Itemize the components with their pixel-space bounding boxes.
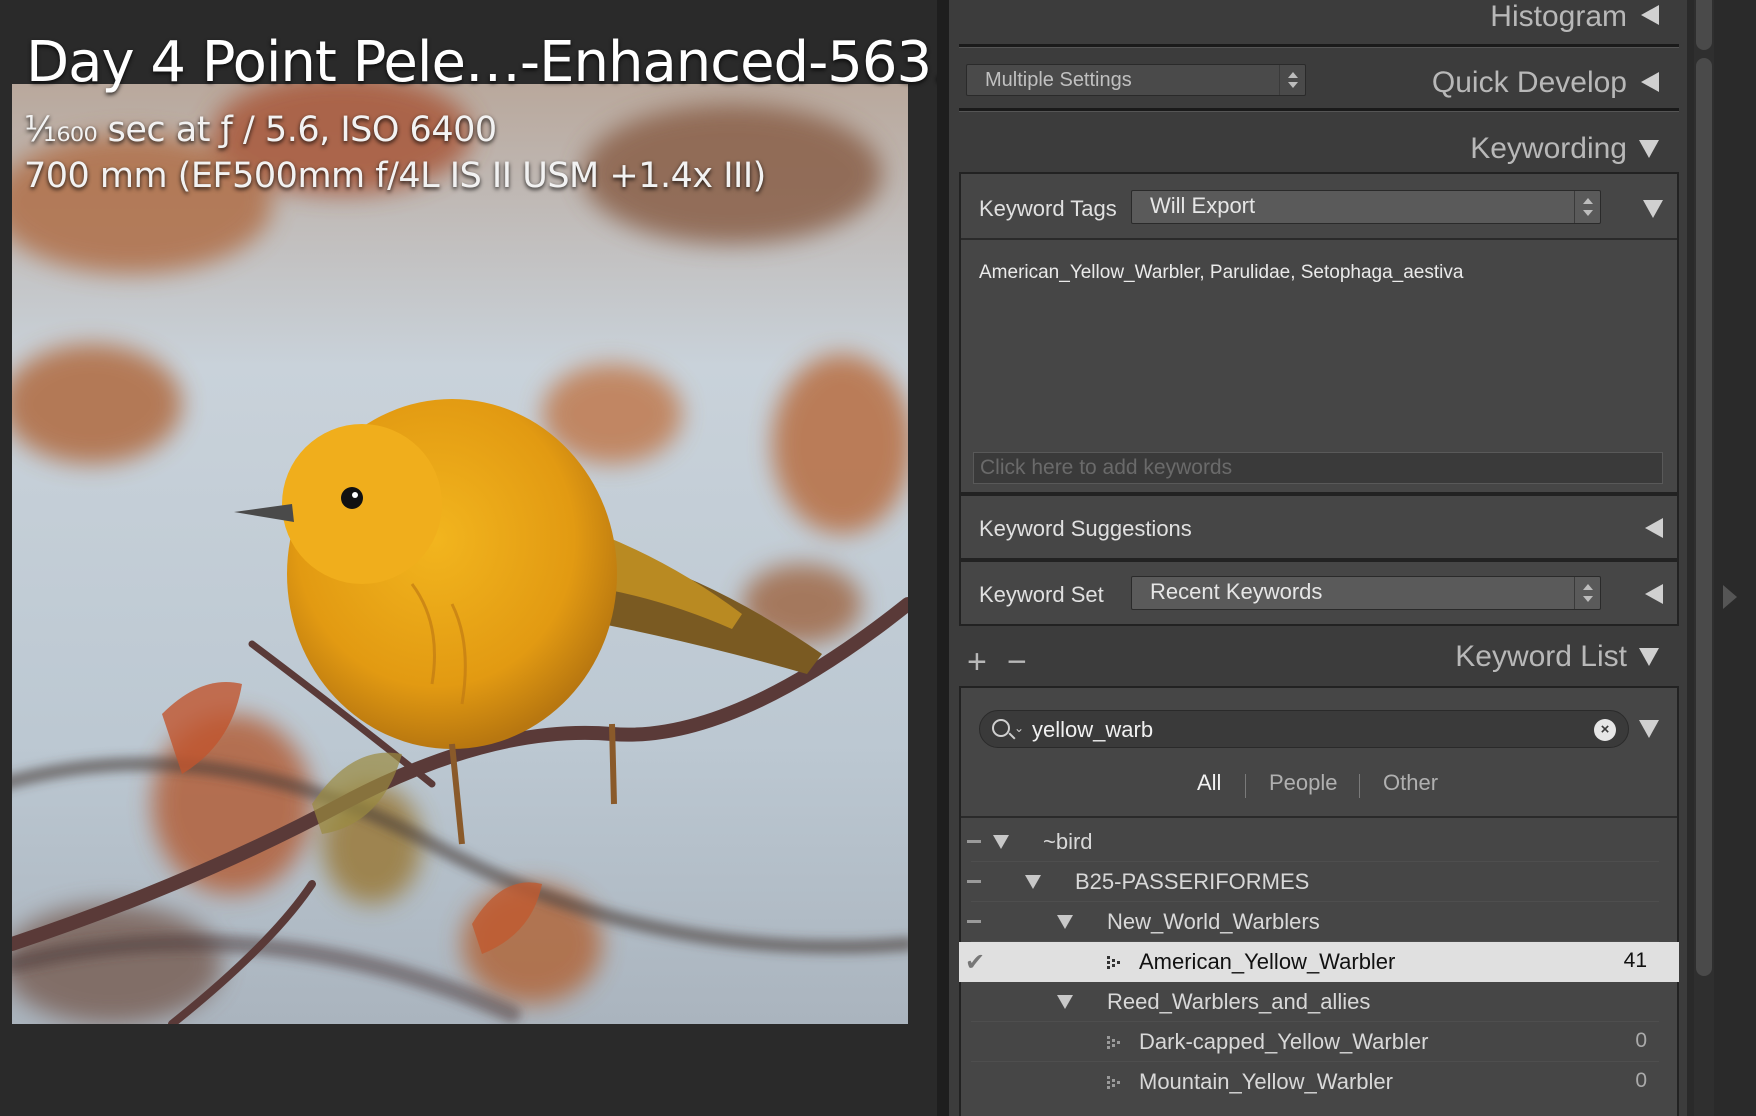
expand-down-icon[interactable]	[1639, 140, 1659, 158]
photo-filename: Day 4 Point Pele…-Enhanced-563.tif	[26, 30, 1003, 95]
expand-down-icon[interactable]	[1639, 648, 1659, 666]
collapse-left-icon[interactable]	[1645, 518, 1663, 538]
keyword-search-value[interactable]: yellow_warb	[1032, 717, 1153, 743]
keyword-suggestions-box[interactable]: Keyword Suggestions	[959, 494, 1679, 560]
filter-people[interactable]: People	[1269, 770, 1338, 796]
exposure-info: ¹⁄₁₆₀₀ sec at ƒ / 5.6, ISO 6400	[24, 110, 497, 150]
keywording-title: Keywording	[1470, 132, 1627, 165]
disclosure-triangle-icon[interactable]	[1057, 995, 1073, 1009]
stepper-icon	[1279, 65, 1305, 95]
keyword-filter-bar: All People Other	[949, 770, 1687, 806]
keyword-list-header[interactable]: Keyword List	[949, 626, 1687, 686]
quick-develop-divider	[959, 108, 1679, 112]
clear-icon[interactable]: ×	[1594, 719, 1616, 741]
keyword-label: Mountain_Yellow_Warbler	[1139, 1069, 1393, 1094]
keyword-label: B25-PASSERIFORMES	[1075, 869, 1310, 894]
keyword-tree-row-selected[interactable]: ✔ American_Yellow_Warbler 41	[959, 942, 1679, 982]
collapse-left-icon[interactable]	[1641, 72, 1659, 92]
search-options-caret-icon[interactable]: ⌄	[1014, 721, 1024, 735]
add-keywords-input[interactable]: Click here to add keywords	[973, 452, 1663, 484]
filter-separator	[1245, 774, 1246, 798]
panel-divider[interactable]	[937, 0, 949, 1116]
keyword-tags-text[interactable]: American_Yellow_Warbler, Parulidae, Seto…	[979, 262, 1463, 284]
yellow-warbler-photo	[12, 84, 908, 1024]
keyword-set-box: Keyword Set Recent Keywords	[959, 560, 1679, 626]
saved-preset-select[interactable]: Multiple Settings	[966, 64, 1306, 96]
keyword-suggestions-label: Keyword Suggestions	[979, 516, 1192, 541]
collapse-left-icon[interactable]	[1645, 584, 1663, 604]
keyword-label: New_World_Warblers	[1107, 909, 1320, 934]
keyword-tag-icon	[1107, 956, 1120, 969]
keyword-label: Dark-capped_Yellow_Warbler	[1139, 1029, 1429, 1054]
keywording-header[interactable]: Keywording	[949, 118, 1687, 178]
checkmark-icon[interactable]: ✔	[965, 948, 985, 977]
lens-info: 700 mm (EF500mm f/4L IS II USM +1.4x III…	[24, 156, 766, 196]
keyword-tree-row[interactable]: ~bird	[959, 822, 1679, 862]
keyword-list-menu-icon[interactable]	[1639, 720, 1659, 738]
filter-other[interactable]: Other	[1383, 770, 1438, 796]
keyword-set-value: Recent Keywords	[1150, 579, 1323, 604]
stepper-icon	[1574, 577, 1600, 609]
keyword-tags-label: Keyword Tags	[979, 196, 1117, 221]
photo-preview[interactable]	[12, 84, 908, 1024]
stepper-icon	[1574, 191, 1600, 223]
keyword-tree-row[interactable]: Mountain_Yellow_Warbler 0	[959, 1062, 1679, 1102]
keyword-list-separator	[961, 816, 1677, 818]
minus-icon[interactable]	[967, 920, 981, 923]
quick-develop-header[interactable]: Multiple Settings Quick Develop	[949, 52, 1687, 112]
keyword-tag-icon	[1107, 1076, 1120, 1089]
keyword-count: 0	[1635, 1069, 1647, 1092]
panel-scrollbar-cap[interactable]	[1696, 0, 1712, 50]
keyword-count: 0	[1635, 1029, 1647, 1052]
keyword-tree-row[interactable]: Dark-capped_Yellow_Warbler 0	[959, 1022, 1679, 1062]
right-panel: Histogram Multiple Settings Quick Develo…	[949, 0, 1687, 1116]
keyword-tags-mode-value: Will Export	[1150, 193, 1256, 218]
disclosure-triangle-icon[interactable]	[1057, 915, 1073, 929]
keyword-label: American_Yellow_Warbler	[1139, 949, 1396, 974]
histogram-header[interactable]: Histogram	[949, 0, 1687, 46]
keyword-search-field[interactable]: ⌄ yellow_warb ×	[979, 710, 1629, 748]
keyword-tag-icon	[1107, 1036, 1120, 1049]
disclosure-triangle-icon[interactable]	[993, 835, 1009, 849]
quick-develop-title: Quick Develop	[1431, 66, 1627, 99]
collapse-left-icon[interactable]	[1641, 5, 1659, 25]
keyword-tree-row[interactable]: New_World_Warblers	[959, 902, 1679, 942]
keyword-tags-mode-select[interactable]: Will Export	[1131, 190, 1601, 224]
panel-scrollbar-thumb[interactable]	[1696, 58, 1712, 976]
histogram-divider	[959, 44, 1679, 48]
keyword-label: ~bird	[1043, 829, 1093, 854]
panel-toggle-icon[interactable]	[1723, 585, 1737, 609]
disclosure-triangle-icon[interactable]	[1025, 875, 1041, 889]
keyword-label: Reed_Warblers_and_allies	[1107, 989, 1371, 1014]
saved-preset-value: Multiple Settings	[985, 69, 1132, 91]
filter-all[interactable]: All	[1197, 770, 1221, 796]
filter-separator	[1359, 774, 1360, 798]
lightroom-window: Day 4 Point Pele…-Enhanced-563.tif ¹⁄₁₆₀…	[0, 0, 1756, 1116]
keyword-tree-row[interactable]: Reed_Warblers_and_allies	[959, 982, 1679, 1022]
keyword-set-label: Keyword Set	[979, 582, 1104, 607]
keyword-tree-row[interactable]: B25-PASSERIFORMES	[959, 862, 1679, 902]
keyword-count: 41	[1623, 949, 1647, 972]
keyword-tags-box: Keyword Tags Will Export	[959, 172, 1679, 494]
minus-icon[interactable]	[967, 840, 981, 843]
keyword-list-title: Keyword List	[1455, 640, 1627, 673]
histogram-title: Histogram	[1490, 0, 1627, 33]
keyword-set-select[interactable]: Recent Keywords	[1131, 576, 1601, 610]
keyword-tags-menu-icon[interactable]	[1643, 200, 1663, 218]
minus-icon[interactable]	[967, 880, 981, 883]
search-icon[interactable]	[992, 719, 1010, 737]
loupe-view: Day 4 Point Pele…-Enhanced-563.tif ¹⁄₁₆₀…	[0, 0, 1003, 1116]
keyword-tags-separator	[961, 238, 1677, 240]
